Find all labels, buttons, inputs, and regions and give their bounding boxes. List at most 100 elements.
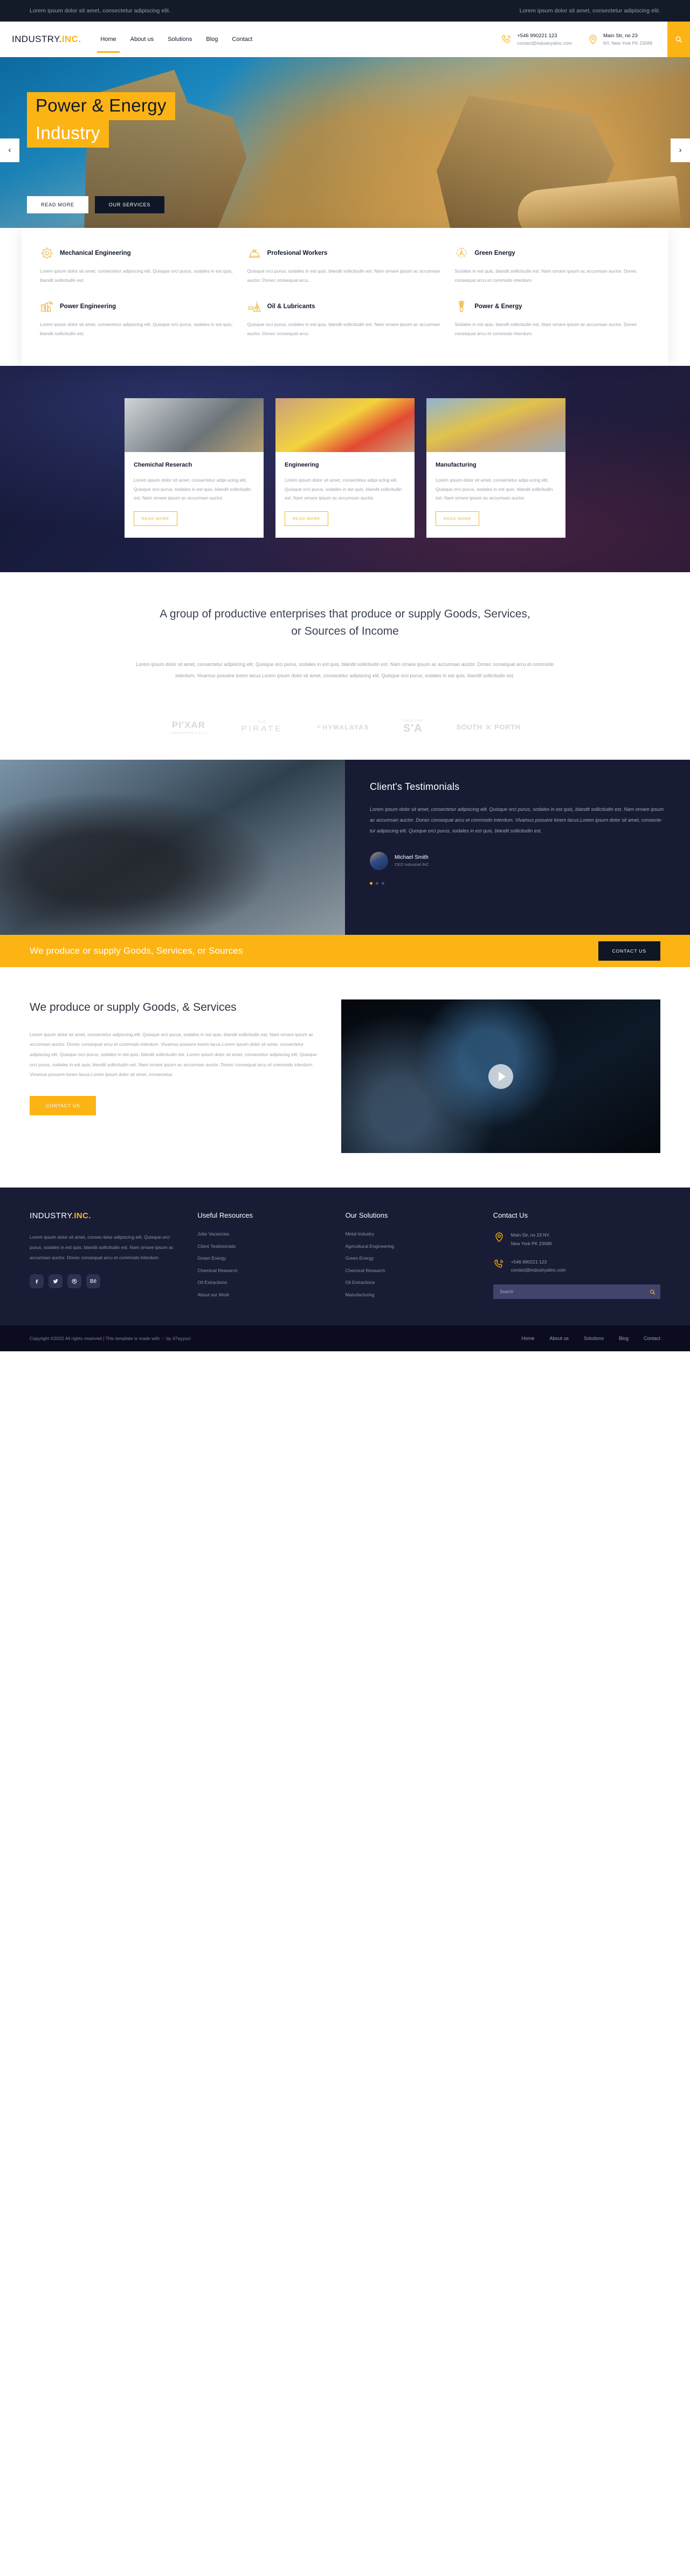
bottom-nav-blog[interactable]: Blog (619, 1336, 629, 1341)
brand-name-right: PORTH (494, 723, 521, 732)
hero-slider: Power & Energy Industry READ MORE OUR SE… (0, 57, 690, 243)
card-text: Lorem ipsum dolor sit amet, consectetur … (285, 477, 402, 501)
facebook-icon[interactable] (30, 1274, 44, 1289)
header-phone-value: +546 990221 123 (517, 32, 557, 39)
footer-link-oil-extractions-solutions[interactable]: Oil Extractions (346, 1280, 479, 1285)
intro-paragraph: Lorem ipsum dolor sit amet, consectetur … (136, 662, 554, 679)
hero-prev-arrow[interactable]: ‹ (0, 138, 19, 162)
produce-paragraph: Lorem ipsum dolor sit amet, consectetur … (30, 1031, 317, 1078)
footer-bottom-navigation: Home About us Solutions Blog Contact (521, 1336, 660, 1341)
card-text: Lorem ipsum dolor sit amet, consectetur … (436, 477, 553, 501)
feature-title: Profesional Workers (267, 250, 328, 256)
site-header: INDUSTRY.INC. Home About us Solutions Bl… (0, 22, 690, 57)
behance-icon[interactable]: Bē (86, 1274, 100, 1289)
nav-item-contact[interactable]: Contact (232, 33, 252, 46)
card-text: Lorem ipsum dolor sit amet, consectetur … (134, 477, 251, 501)
map-pin-icon (587, 33, 599, 45)
service-card[interactable]: Engineering Lorem ipsum dolor sit amet, … (275, 398, 415, 538)
bottom-nav-home[interactable]: Home (521, 1336, 534, 1341)
footer-column-title: Our Solutions (345, 1211, 388, 1220)
testimonial-pagination-dots (370, 881, 665, 885)
header-address-line1: Main Str, no 23 (603, 32, 638, 39)
header-address-line2: NY, New York PK 23589 (603, 40, 652, 46)
feature-item-power-engineering[interactable]: Power Engineering Lorem ipsum dolor sit … (40, 300, 236, 350)
bottom-nav-about-us[interactable]: About us (549, 1336, 569, 1341)
footer-link-chemical-research[interactable]: Chemical Research (197, 1268, 331, 1273)
footer-link-chemical-research-solutions[interactable]: Chemical Research (346, 1268, 479, 1273)
testimonial-author-role: CEO Industrial INC (395, 862, 429, 867)
service-card[interactable]: Manufacturing Lorem ipsum dolor sit amet… (426, 398, 565, 538)
footer-link-agricultural-engineering[interactable]: Agricultural Engineering (346, 1244, 479, 1249)
bottom-nav-contact[interactable]: Contact (644, 1336, 660, 1341)
feature-item-power-and-energy[interactable]: Power & Energy Sodales in est quis, blan… (454, 300, 650, 350)
feature-text: Lorem ipsum dolor sit amet, consectetur … (40, 268, 233, 283)
produce-contact-us-button[interactable]: CONTACT US (30, 1096, 96, 1116)
footer-link-oil-extractions[interactable]: Oil Extractions (197, 1280, 331, 1285)
footer-search (493, 1284, 660, 1300)
produce-heading: We produce or supply Goods, & Services (30, 1001, 237, 1014)
hero-our-services-button[interactable]: OUR SERVICES (94, 196, 165, 213)
twitter-icon[interactable] (49, 1274, 63, 1289)
search-icon (650, 1289, 656, 1295)
feature-item-green-energy[interactable]: Green Energy Sodales in est quis, blandi… (454, 246, 650, 296)
nav-item-about-us[interactable]: About us (130, 33, 154, 46)
logo-main: INDUSTRY. (12, 34, 62, 44)
header-search-button[interactable] (667, 22, 690, 57)
brand-name: PI'XAR (171, 719, 205, 730)
feature-item-oil-and-lubricants[interactable]: Oil & Lubricants Quisque orci purus, sod… (247, 300, 443, 350)
header-address-block[interactable]: Main Str, no 23 NY, New York PK 23589 (587, 32, 652, 46)
card-read-more-button[interactable]: READ MORE (436, 511, 479, 526)
footer-phone-row: +546 990221 123 contact@industryalinc.co… (493, 1258, 660, 1275)
announcement-left: Lorem ipsum dolor sit amet, consectetur … (30, 8, 171, 14)
service-card[interactable]: Chemichal Reserach Lorem ipsum dolor sit… (125, 398, 264, 538)
pagination-dot-3[interactable] (382, 881, 384, 885)
hero-read-more-button[interactable]: READ MORE (27, 196, 88, 213)
produce-video-column (341, 999, 660, 1154)
bottom-nav-solutions[interactable]: Solutions (584, 1336, 604, 1341)
header-contact-info: +546 990221 123 contact@industryalinc.co… (501, 32, 690, 46)
footer-about-column: INDUSTRY.INC. Lorem ipsum dolor sit amet… (30, 1211, 183, 1304)
feature-item-mechanical-engineering[interactable]: Mechanical Engineering Lorem ipsum dolor… (40, 246, 236, 296)
brand-logo-pixar: PI'XAR CONTRACTING S.A.R.L (170, 720, 208, 735)
dribbble-icon[interactable] (67, 1274, 81, 1289)
nav-item-home[interactable]: Home (97, 33, 120, 53)
footer-search-button[interactable] (650, 1289, 656, 1295)
oil-rig-icon (247, 300, 261, 314)
card-image-chemical-research (125, 398, 264, 453)
brand-name: PIRATE (241, 724, 283, 734)
nav-item-blog[interactable]: Blog (206, 33, 218, 46)
cross-icon: ✕ (485, 723, 492, 732)
play-button[interactable] (488, 1064, 514, 1089)
footer-link-metal-industry[interactable]: Metal Industry (346, 1231, 479, 1237)
pagination-dot-2[interactable] (376, 881, 378, 885)
video-thumbnail[interactable] (341, 999, 660, 1154)
footer-link-jobs-vacancies[interactable]: Jobs Vacancies (197, 1231, 331, 1237)
footer-social-links: Bē (30, 1274, 183, 1289)
map-pin-icon (493, 1231, 505, 1243)
cta-contact-us-button[interactable]: CONTACT US (598, 941, 660, 961)
pagination-dot-1[interactable] (370, 881, 372, 885)
feature-title: Oil & Lubricants (267, 303, 315, 310)
services-cards-section: Chemichal Reserach Lorem ipsum dolor sit… (0, 366, 690, 572)
footer-useful-resources-column: Useful Resources Jobs Vacancies Client T… (197, 1211, 331, 1304)
footer-link-green-energy-solutions[interactable]: Green Energy (346, 1255, 479, 1261)
footer-link-client-testimonials[interactable]: Client Testimonials (197, 1244, 331, 1249)
light-bulb-icon (454, 300, 468, 314)
footer-link-manufactoring[interactable]: Manufactoring (346, 1292, 479, 1297)
nav-item-solutions[interactable]: Solutions (168, 33, 192, 46)
header-email-value: contact@industryalinc.com (517, 40, 572, 46)
intro-section: A group of productive enterprises that p… (0, 572, 690, 704)
card-read-more-button[interactable]: READ MORE (285, 511, 328, 526)
footer-logo[interactable]: INDUSTRY.INC. (30, 1211, 183, 1220)
gear-icon (40, 246, 54, 260)
search-input[interactable] (493, 1284, 660, 1300)
testimonials-section: Client's Testimonials Lorem ipsum dolor … (0, 760, 690, 935)
header-phone-block[interactable]: +546 990221 123 contact@industryalinc.co… (501, 32, 572, 46)
card-read-more-button[interactable]: READ MORE (134, 511, 177, 526)
feature-item-profesional-workers[interactable]: Profesional Workers Quisque orci purus, … (247, 246, 443, 296)
site-logo[interactable]: INDUSTRY.INC. (12, 34, 81, 45)
brand-name: S'A (403, 723, 423, 735)
hero-next-arrow[interactable]: › (671, 138, 690, 162)
footer-link-green-energy[interactable]: Green Energy (197, 1255, 331, 1261)
footer-link-about-our-work[interactable]: About our Work (197, 1292, 331, 1297)
